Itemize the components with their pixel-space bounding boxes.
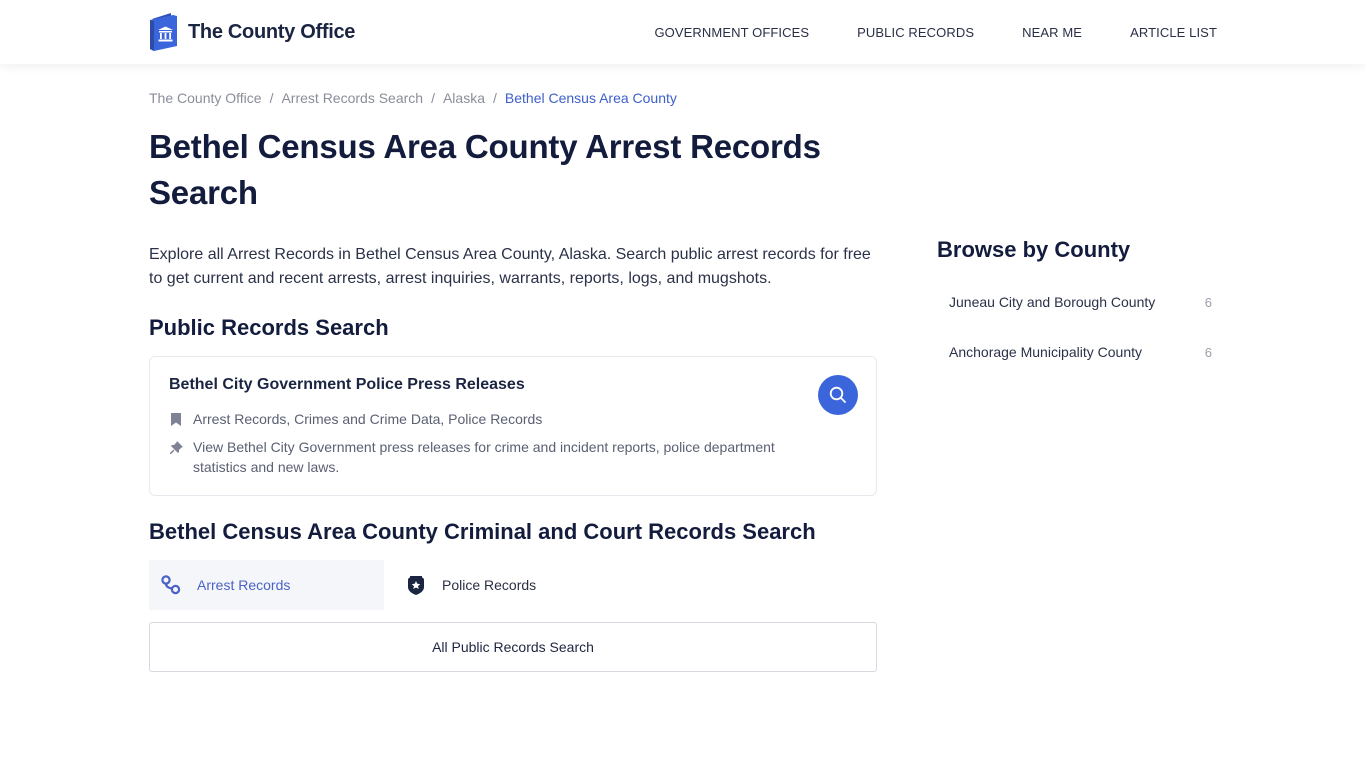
breadcrumb-arrest-records-search[interactable]: Arrest Records Search: [281, 90, 423, 106]
tab-police-records-label: Police Records: [442, 577, 537, 593]
record-card-title[interactable]: Bethel City Government Police Press Rele…: [169, 376, 525, 394]
nav-article-list[interactable]: ARTICLE LIST: [1130, 25, 1217, 40]
pin-icon: [169, 437, 183, 457]
record-card-categories: Arrest Records, Crimes and Crime Data, P…: [169, 409, 542, 429]
intro-text: Explore all Arrest Records in Bethel Cen…: [149, 246, 871, 287]
tab-police-records[interactable]: Police Records: [384, 560, 619, 610]
page-title: Bethel Census Area County Arrest Records…: [149, 128, 821, 211]
book-building-logo-icon: [150, 13, 177, 51]
logo-link[interactable]: The County Office: [149, 13, 355, 51]
bookmark-icon: [169, 409, 183, 429]
nav-government-offices[interactable]: GOVERNMENT OFFICES: [654, 25, 809, 40]
handcuffs-icon: [160, 574, 182, 596]
record-card-description-text: View Bethel City Government press releas…: [193, 439, 775, 475]
records-tabs: Arrest Records Police Records: [149, 560, 619, 610]
breadcrumb-home[interactable]: The County Office: [149, 90, 262, 106]
nav-near-me[interactable]: NEAR ME: [1022, 25, 1082, 40]
record-card-categories-text: Arrest Records, Crimes and Crime Data, P…: [193, 411, 543, 427]
county-name: Anchorage Municipality County: [949, 344, 1142, 360]
all-public-records-search-button[interactable]: All Public Records Search: [149, 622, 877, 672]
breadcrumb-separator: /: [493, 90, 497, 106]
search-icon: [829, 386, 846, 403]
tab-arrest-records[interactable]: Arrest Records: [149, 560, 384, 610]
browse-by-county-heading: Browse by County: [937, 237, 1131, 262]
record-card-description: View Bethel City Government press releas…: [169, 437, 809, 477]
main-nav: GOVERNMENT OFFICES PUBLIC RECORDS NEAR M…: [654, 0, 1217, 64]
county-list-item[interactable]: Anchorage Municipality County 6: [937, 337, 1217, 367]
county-count: 6: [1204, 294, 1212, 310]
tab-arrest-records-label: Arrest Records: [197, 577, 291, 593]
police-badge-icon: [405, 574, 427, 596]
logo-text: The County Office: [188, 20, 356, 43]
county-list-item[interactable]: Juneau City and Borough County 6: [937, 287, 1217, 317]
public-records-heading: Public Records Search: [149, 315, 389, 340]
nav-public-records[interactable]: PUBLIC RECORDS: [857, 25, 974, 40]
county-count: 6: [1204, 344, 1212, 360]
county-name: Juneau City and Borough County: [949, 294, 1156, 310]
breadcrumb-separator: /: [269, 90, 274, 106]
record-card: Bethel City Government Police Press Rele…: [149, 356, 877, 496]
site-header: The County Office GOVERNMENT OFFICES PUB…: [0, 0, 1366, 64]
breadcrumb-alaska[interactable]: Alaska: [443, 90, 485, 106]
record-search-button[interactable]: [818, 375, 858, 415]
breadcrumb-separator: /: [431, 90, 435, 106]
criminal-court-heading: Bethel Census Area County Criminal and C…: [149, 519, 816, 544]
breadcrumb-current: Bethel Census Area County: [504, 90, 677, 106]
breadcrumb: The County Office / Arrest Records Searc…: [149, 90, 677, 106]
